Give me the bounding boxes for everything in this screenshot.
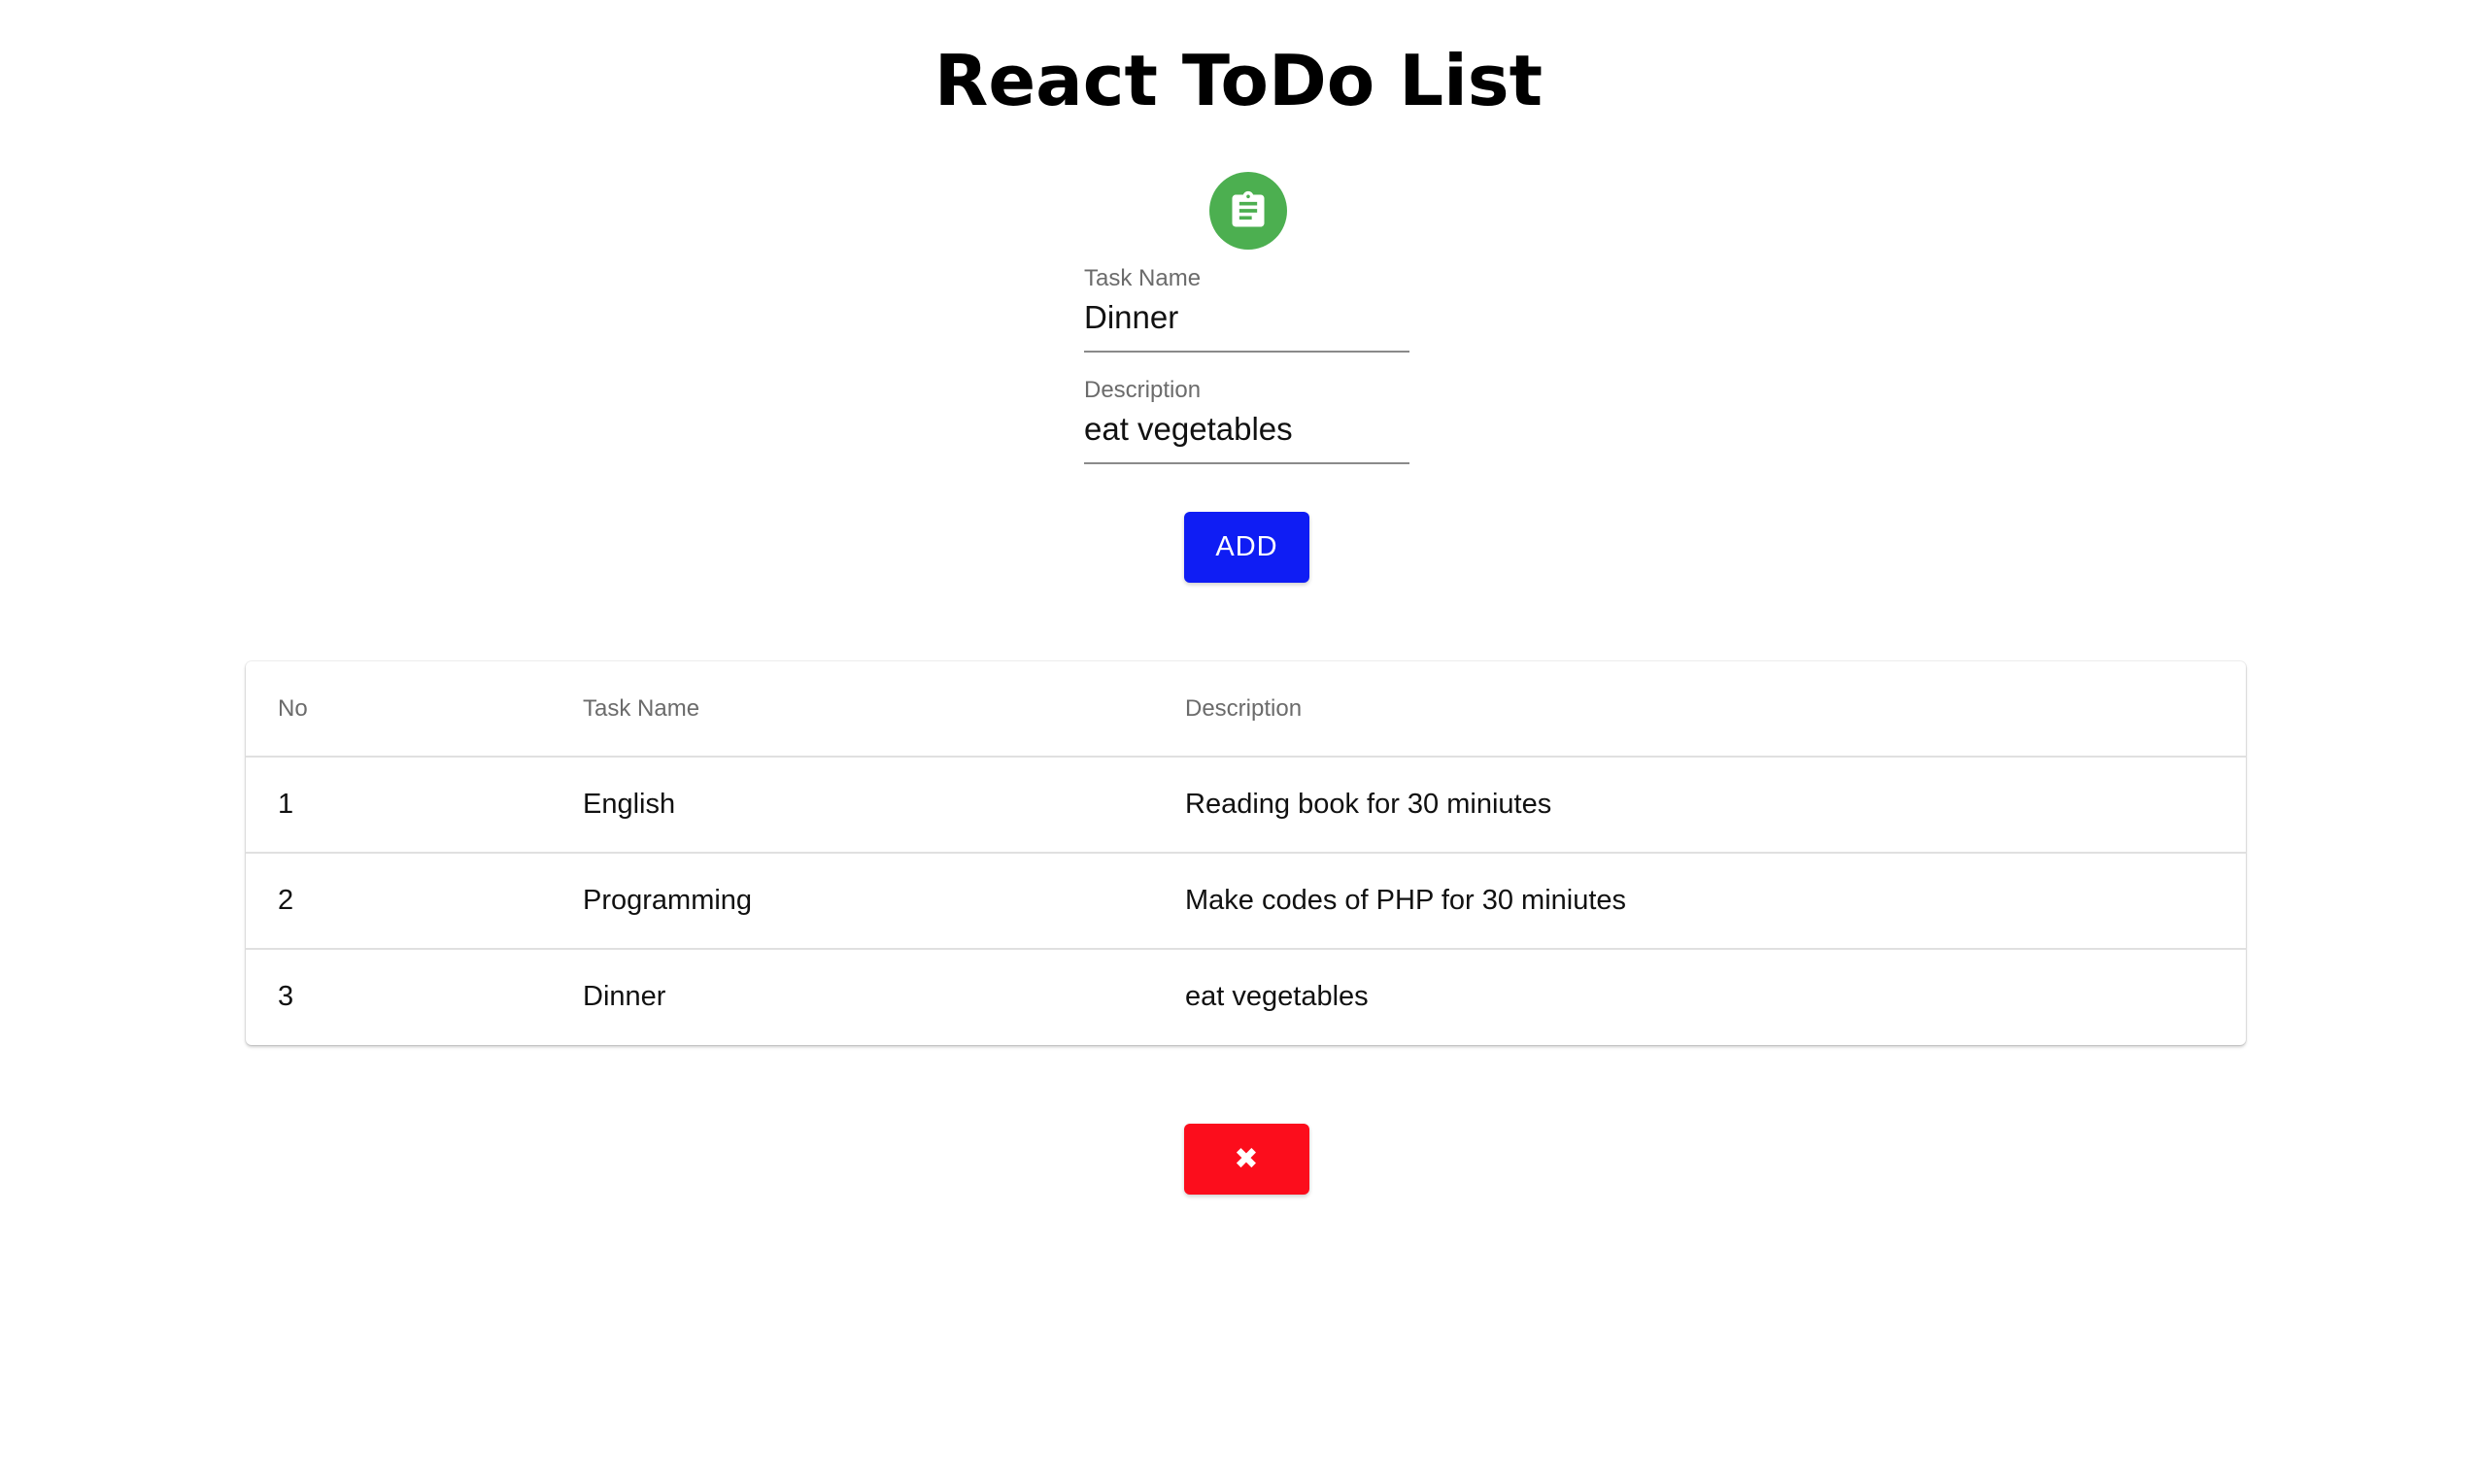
todo-table: No Task Name Description 1 English Readi… [246, 661, 2246, 1044]
cell-description: Reading book for 30 miniutes [1153, 757, 2246, 854]
description-input[interactable] [1084, 404, 1409, 464]
assignment-clipboard-icon [1232, 190, 1265, 227]
task-name-input[interactable] [1084, 292, 1409, 353]
clear-button[interactable]: ✖ [1184, 1124, 1309, 1195]
task-name-field: Task Name [1084, 265, 1409, 353]
description-label: Description [1084, 377, 1202, 403]
table-row: 1 English Reading book for 30 miniutes [246, 757, 2246, 854]
cell-description: Make codes of PHP for 30 miniutes [1153, 853, 2246, 950]
description-field: Description [1084, 377, 1409, 464]
task-name-label: Task Name [1084, 265, 1202, 291]
column-header-description: Description [1153, 661, 2246, 758]
close-icon: ✖ [1234, 1143, 1260, 1175]
column-header-no: No [246, 661, 551, 758]
cell-task-name: English [551, 757, 1153, 854]
column-header-task-name: Task Name [551, 661, 1153, 758]
page-title: React ToDo List [933, 40, 1544, 121]
table-row: 3 Dinner eat vegetables [246, 949, 2246, 1044]
cell-description: eat vegetables [1185, 981, 1369, 1012]
cell-task-name: Dinner [583, 981, 666, 1012]
cell-no: 1 [246, 757, 551, 854]
table-row: 2 Programming Make codes of PHP for 30 m… [246, 853, 2246, 950]
todo-table-card: No Task Name Description 1 English Readi… [246, 661, 2246, 1045]
cell-no: 2 [246, 853, 551, 950]
table-header-row: No Task Name Description [246, 661, 2246, 758]
cell-task-name: Programming [551, 853, 1153, 950]
add-button[interactable]: ADD [1184, 512, 1309, 583]
todo-page: React ToDo List Task Name Description AD… [0, 0, 2477, 1484]
cell-no: 3 [278, 981, 294, 1012]
header-avatar [1209, 172, 1287, 250]
